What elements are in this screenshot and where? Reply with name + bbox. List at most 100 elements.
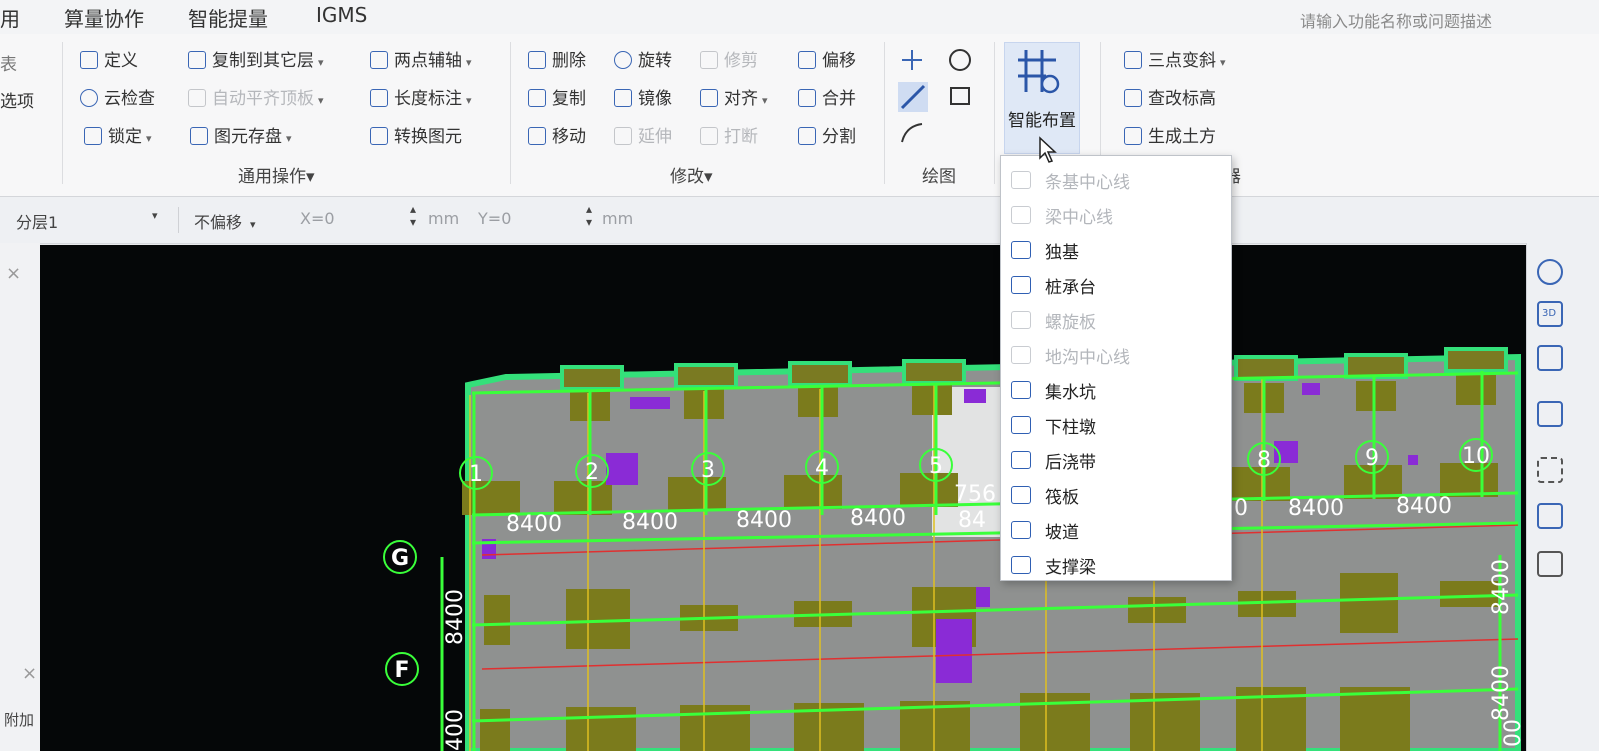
dropdown-isolated-footing[interactable]: 独基 bbox=[1001, 232, 1229, 266]
draw-tools[interactable] bbox=[896, 46, 986, 156]
property-bar: 分层1 ▾ 不偏移 ▾ X=0 ▴ ▾ mm Y=0 ▴ ▾ mm bbox=[0, 197, 1599, 244]
pile-cap-icon bbox=[1011, 276, 1031, 294]
delete-button[interactable]: 删除 bbox=[528, 50, 586, 72]
properties-icon[interactable] bbox=[1537, 551, 1563, 577]
search-input[interactable]: 请输入功能名称或问题描述 bbox=[1300, 8, 1570, 31]
convert-elements-button[interactable]: 转换图元 bbox=[370, 126, 462, 148]
ribbon-separator bbox=[884, 42, 885, 184]
convert-icon bbox=[370, 127, 388, 145]
view-3d-icon[interactable]: 3D bbox=[1537, 301, 1563, 327]
group-modify-label[interactable]: 修改▾ bbox=[670, 162, 713, 187]
generate-earthwork-button[interactable]: 生成土方 bbox=[1124, 126, 1216, 148]
trim-button[interactable]: 修剪 bbox=[700, 50, 758, 72]
dropdown-raft-slab[interactable]: 筏板 bbox=[1001, 477, 1229, 511]
offset-button[interactable]: 偏移 bbox=[798, 50, 856, 72]
axis-number: 1 bbox=[469, 462, 483, 487]
layer-select[interactable]: 分层1 ▾ bbox=[16, 209, 166, 233]
earthwork-icon bbox=[1124, 127, 1142, 145]
dropdown-ramp[interactable]: 坡道 bbox=[1001, 512, 1229, 546]
support-beam-icon bbox=[1011, 556, 1031, 574]
smart-layout-label: 智能布置 bbox=[1008, 111, 1076, 131]
dropdown-post-pour-strip[interactable]: 后浇带 bbox=[1001, 442, 1229, 476]
close-icon[interactable]: × bbox=[6, 263, 21, 284]
edit-elevation-button[interactable]: 查改标高 bbox=[1124, 88, 1216, 110]
define-button[interactable]: 定义 bbox=[80, 50, 138, 72]
align-top-icon bbox=[188, 89, 206, 107]
extend-button[interactable]: 延伸 bbox=[614, 126, 672, 148]
ramp-icon bbox=[1011, 521, 1031, 539]
arc-icon bbox=[901, 123, 923, 143]
trash-icon bbox=[528, 51, 546, 69]
copy-button[interactable]: 复制 bbox=[528, 88, 586, 110]
copy-to-layer-button[interactable]: 复制到其它层 ▾ bbox=[188, 50, 324, 74]
menu-igms[interactable]: IGMS bbox=[316, 3, 367, 27]
drawing-canvas[interactable]: 1 2 3 4 5 8 9 10 G F 8400 8400 8400 8400… bbox=[40, 245, 1526, 751]
ribbon-edge-options[interactable]: 选项 bbox=[0, 91, 34, 113]
raft-slab-icon bbox=[1011, 486, 1031, 504]
vertical-dimension: 8400 bbox=[1489, 665, 1514, 721]
y-unit: mm bbox=[602, 209, 634, 228]
ribbon-edge-table[interactable]: 表 bbox=[0, 54, 17, 76]
sphere-view-icon[interactable] bbox=[1537, 259, 1563, 285]
split-button[interactable]: 分割 bbox=[798, 126, 856, 148]
fit-view-icon[interactable] bbox=[1537, 457, 1563, 483]
cloud-check-button[interactable]: 云检查 bbox=[80, 88, 155, 110]
vertical-dimension: 8400 bbox=[443, 589, 468, 645]
axis-number: 3 bbox=[701, 458, 715, 483]
merge-button[interactable]: 合并 bbox=[798, 88, 856, 110]
menu-use[interactable]: 用 bbox=[0, 3, 20, 32]
x-coordinate-field[interactable]: X=0 bbox=[300, 209, 335, 228]
dropdown-spiral-plate[interactable]: 螺旋板 bbox=[1001, 302, 1229, 336]
ribbon-separator bbox=[510, 42, 511, 184]
ribbon-separator bbox=[994, 42, 995, 184]
length-dimension-button[interactable]: 长度标注 ▾ bbox=[370, 88, 472, 112]
split-icon bbox=[798, 127, 816, 145]
elevation-icon bbox=[1124, 89, 1142, 107]
break-icon bbox=[700, 127, 718, 145]
axis-icon bbox=[370, 51, 388, 69]
two-point-axis-button[interactable]: 两点辅轴 ▾ bbox=[370, 50, 472, 74]
dropdown-trench-centerline[interactable]: 地沟中心线 bbox=[1001, 337, 1229, 371]
circle-icon bbox=[949, 49, 971, 71]
mouse-cursor-icon bbox=[1039, 136, 1057, 163]
save-elements-button[interactable]: 图元存盘 ▾ bbox=[190, 126, 292, 150]
x-unit: mm bbox=[428, 209, 460, 228]
y-spinner[interactable]: ▴ ▾ bbox=[586, 203, 592, 229]
offset-select[interactable]: 不偏移 ▾ bbox=[194, 209, 256, 233]
dropdown-sump-pit[interactable]: 集水坑 bbox=[1001, 372, 1229, 406]
layer-view-icon[interactable] bbox=[1537, 503, 1563, 529]
move-button[interactable]: 移动 bbox=[528, 126, 586, 148]
group-general-label[interactable]: 通用操作▾ bbox=[238, 162, 315, 187]
cube-view-icon[interactable] bbox=[1537, 345, 1563, 371]
smart-layout-icon bbox=[1018, 50, 1060, 94]
dropdown-column-pier[interactable]: 下柱墩 bbox=[1001, 407, 1229, 441]
close-icon[interactable]: × bbox=[22, 663, 37, 684]
x-spinner[interactable]: ▴ ▾ bbox=[410, 203, 416, 229]
axis-number: 10 bbox=[1462, 444, 1490, 469]
dropdown-support-beam[interactable]: 支撑梁 bbox=[1001, 547, 1229, 581]
dropdown-strip-footing-centerline[interactable]: 条基中心线 bbox=[1001, 162, 1229, 196]
post-pour-strip-icon bbox=[1011, 451, 1031, 469]
axis-number: 8 bbox=[1257, 448, 1271, 473]
align-button[interactable]: 对齐 ▾ bbox=[700, 88, 768, 112]
attach-tab[interactable]: 附加 bbox=[4, 709, 34, 730]
trim-icon bbox=[700, 51, 718, 69]
dimension-icon bbox=[370, 89, 388, 107]
y-coordinate-field[interactable]: Y=0 bbox=[478, 209, 511, 228]
dropdown-pile-cap[interactable]: 桩承台 bbox=[1001, 267, 1229, 301]
offset-icon bbox=[798, 51, 816, 69]
break-button[interactable]: 打断 bbox=[700, 126, 758, 148]
cube-fill-icon[interactable] bbox=[1537, 401, 1563, 427]
mirror-button[interactable]: 镜像 bbox=[614, 88, 672, 110]
column-pier-icon bbox=[1011, 416, 1031, 434]
three-point-slope-button[interactable]: 三点变斜 ▾ bbox=[1124, 50, 1226, 74]
menu-smart-extract[interactable]: 智能提量 bbox=[188, 3, 268, 32]
menu-collab[interactable]: 算量协作 bbox=[64, 3, 144, 32]
lock-button[interactable]: 锁定 ▾ bbox=[84, 126, 152, 150]
span-dimension: 8400 bbox=[850, 506, 906, 531]
floor-plan[interactable]: 1 2 3 4 5 8 9 10 G F 8400 8400 8400 8400… bbox=[40, 245, 1526, 751]
rotate-button[interactable]: 旋转 bbox=[614, 50, 672, 72]
auto-align-top-button[interactable]: 自动平齐顶板 ▾ bbox=[188, 88, 324, 112]
partial-dimension: 0 bbox=[1234, 496, 1248, 521]
dropdown-beam-centerline[interactable]: 梁中心线 bbox=[1001, 197, 1229, 231]
